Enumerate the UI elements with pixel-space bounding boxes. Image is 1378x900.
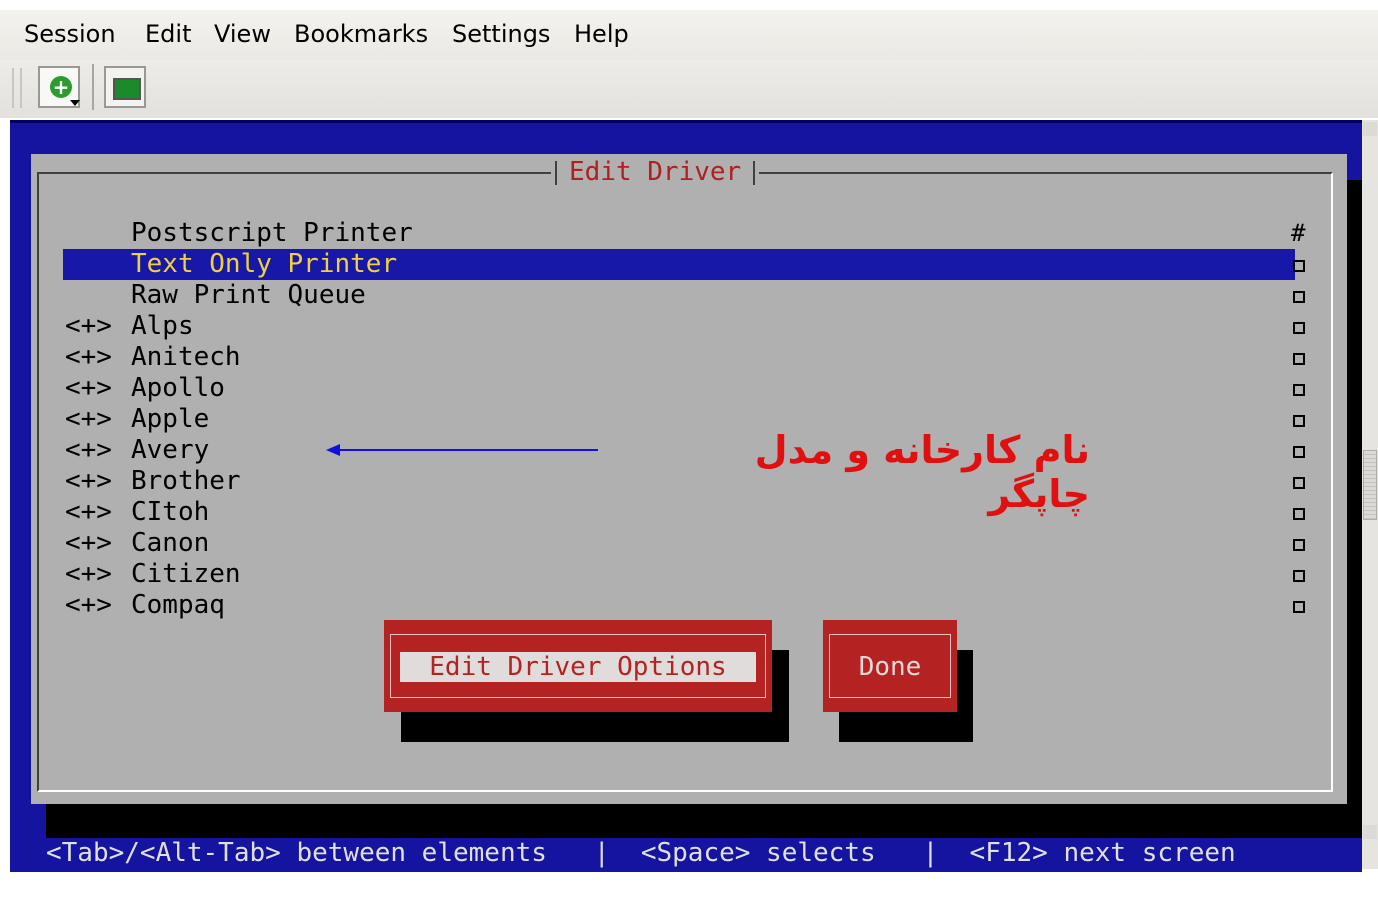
driver-checkbox[interactable] bbox=[1293, 415, 1305, 427]
driver-checkbox[interactable] bbox=[1293, 601, 1305, 613]
driver-label: Citizen bbox=[131, 559, 241, 589]
driver-list-item[interactable]: <+> Brother bbox=[63, 466, 1295, 497]
menu-bar: Session Edit View Bookmarks Settings Hel… bbox=[0, 10, 1378, 60]
menu-view[interactable]: View bbox=[214, 20, 271, 48]
toolbar-grip[interactable] bbox=[12, 68, 22, 108]
driver-list-item[interactable]: <+> Alps bbox=[63, 311, 1295, 342]
menu-settings[interactable]: Settings bbox=[452, 20, 550, 48]
driver-label: Avery bbox=[131, 435, 210, 465]
driver-list-item[interactable]: <+> Apollo bbox=[63, 373, 1295, 404]
expand-marker: <+> bbox=[65, 435, 112, 465]
edit-driver-options-button[interactable]: Edit Driver Options bbox=[384, 620, 772, 712]
driver-list-item-selected[interactable]: Text Only Printer bbox=[63, 249, 1295, 280]
driver-label: Raw Print Queue bbox=[131, 280, 366, 310]
driver-list-item[interactable]: <+> Citizen bbox=[63, 559, 1295, 590]
dropdown-arrow-icon bbox=[70, 100, 80, 106]
driver-label: Canon bbox=[131, 528, 210, 558]
driver-checkbox[interactable] bbox=[1293, 508, 1305, 520]
dialog-title: Edit Driver bbox=[551, 157, 760, 187]
dialog-shadow bbox=[46, 804, 1362, 838]
expand-marker: <+> bbox=[65, 311, 112, 341]
arrow-left-icon bbox=[326, 444, 340, 456]
driver-checkbox[interactable] bbox=[1293, 570, 1305, 582]
driver-list-item[interactable]: <+> Canon bbox=[63, 528, 1295, 559]
driver-label: Anitech bbox=[131, 342, 241, 372]
terminal-scrollbar[interactable] bbox=[1362, 120, 1378, 869]
driver-list-item[interactable]: <+> CItoh bbox=[63, 497, 1295, 528]
driver-checkbox[interactable] bbox=[1293, 477, 1305, 489]
driver-list-item[interactable]: <+> Compaq bbox=[63, 590, 1295, 621]
menu-edit[interactable]: Edit bbox=[145, 20, 191, 48]
driver-label: Brother bbox=[131, 466, 241, 496]
driver-label: CItoh bbox=[131, 497, 210, 527]
driver-checkbox[interactable] bbox=[1293, 539, 1305, 551]
new-session-button[interactable]: + bbox=[38, 66, 80, 108]
toolbar-separator bbox=[92, 64, 94, 110]
done-label: Done bbox=[858, 652, 922, 682]
menu-bookmarks[interactable]: Bookmarks bbox=[294, 20, 428, 48]
new-session-icon: + bbox=[50, 76, 72, 98]
driver-label: Postscript Printer bbox=[131, 218, 413, 248]
driver-label: Compaq bbox=[131, 590, 225, 620]
toolbar: + bbox=[0, 60, 1378, 118]
scroll-up-icon[interactable] bbox=[1363, 122, 1377, 136]
driver-label: Text Only Printer bbox=[131, 249, 398, 279]
driver-checkbox[interactable] bbox=[1293, 322, 1305, 334]
expand-marker: <+> bbox=[65, 466, 112, 496]
driver-label: Apple bbox=[131, 404, 210, 434]
terminal-button[interactable] bbox=[104, 66, 146, 108]
driver-checkbox[interactable] bbox=[1293, 291, 1305, 303]
driver-checkbox[interactable] bbox=[1293, 260, 1305, 272]
expand-marker: <+> bbox=[65, 528, 112, 558]
driver-checkbox[interactable] bbox=[1293, 353, 1305, 365]
terminal-icon bbox=[113, 78, 141, 100]
scrollbar-thumb[interactable] bbox=[1363, 450, 1377, 520]
driver-checkbox[interactable] bbox=[1293, 446, 1305, 458]
done-button[interactable]: Done bbox=[823, 620, 957, 712]
menu-help[interactable]: Help bbox=[574, 20, 629, 48]
edit-driver-options-label: Edit Driver Options bbox=[400, 652, 756, 682]
expand-marker: <+> bbox=[65, 559, 112, 589]
expand-marker: <+> bbox=[65, 373, 112, 403]
menu-session[interactable]: Session bbox=[24, 20, 116, 48]
driver-checkbox[interactable] bbox=[1293, 384, 1305, 396]
expand-marker: <+> bbox=[65, 404, 112, 434]
annotation-arrow bbox=[338, 449, 598, 451]
driver-label: Apollo bbox=[131, 373, 225, 403]
status-bar: <Tab>/<Alt-Tab> between elements | <Spac… bbox=[10, 838, 1362, 869]
driver-list-item[interactable]: Postscript Printer bbox=[63, 218, 1295, 249]
status-hint: <Tab>/<Alt-Tab> between elements | <Spac… bbox=[46, 838, 1236, 868]
expand-marker: <+> bbox=[65, 497, 112, 527]
driver-list-item[interactable]: Raw Print Queue bbox=[63, 280, 1295, 311]
driver-label: Alps bbox=[131, 311, 194, 341]
driver-list-item[interactable]: <+> Avery bbox=[63, 435, 1295, 466]
expand-marker: <+> bbox=[65, 590, 112, 620]
expand-marker: <+> bbox=[65, 342, 112, 372]
driver-list-item[interactable]: <+> Apple bbox=[63, 404, 1295, 435]
scroll-down-icon[interactable] bbox=[1363, 825, 1377, 839]
annotation-text: نام کارخانه و مدل چاپگر bbox=[754, 428, 1090, 516]
driver-list-item[interactable]: <+> Anitech bbox=[63, 342, 1295, 373]
